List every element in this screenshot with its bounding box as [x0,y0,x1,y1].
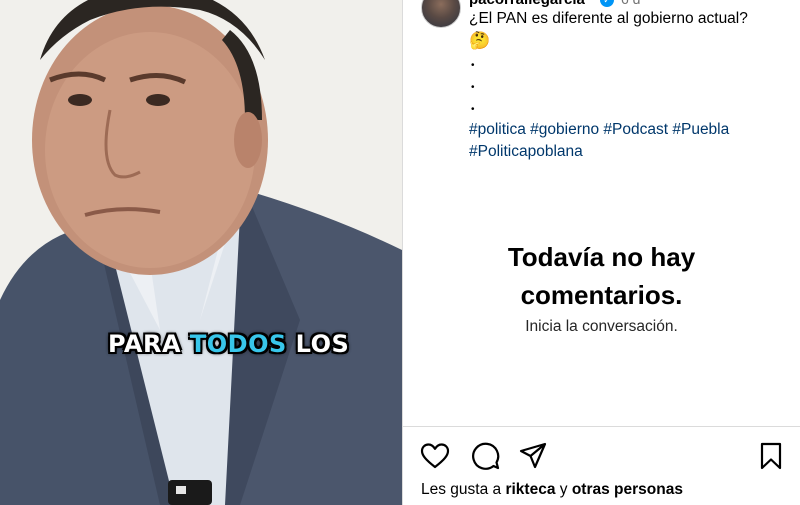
bookmark-icon[interactable] [755,440,787,472]
post-caption: ¿El PAN es diferente al gobierno actual?… [469,8,789,163]
avatar[interactable] [421,0,461,28]
heart-icon[interactable] [419,440,451,472]
caption-line: ¿El PAN es diferente al gobierno actual? [469,10,748,27]
likes-others-link[interactable]: otras personas [572,481,683,498]
hashtags-line[interactable]: #Politicapoblana [469,141,789,163]
post-time[interactable]: 6 d [621,0,640,7]
video-subtitle: PARA TODOS LOS [108,330,349,358]
comment-icon[interactable] [469,440,501,472]
bullet-dot [469,75,789,97]
post-video[interactable]: PARA TODOS LOS [0,0,402,505]
bullet-dot [469,97,789,119]
subtitle-word: LOS [295,330,350,358]
no-comments-title-line: comentarios. [520,280,683,310]
subtitle-word-highlight: TODOS [189,330,287,358]
verified-badge-icon: ✓ [600,0,614,7]
actions-divider [403,426,800,427]
likes-connector: y [559,481,568,498]
no-comments-title-line: Todavía no hay [507,242,696,272]
likes-prefix: Les gusta a [421,481,502,498]
liker-username-link[interactable]: rikteca [505,481,555,498]
no-comments-title: Todavía no hay comentarios. [403,238,800,314]
video-frame [0,0,402,505]
subtitle-word: PARA [108,330,182,358]
post-side-panel: pacorraliegarcia ✓ 6 d ¿El PAN es difere… [403,0,800,505]
action-bar [419,440,789,472]
username-link[interactable]: pacorraliegarcia [469,0,585,8]
no-comments-subtitle: Inicia la conversación. [525,318,678,335]
bullet-dot [469,53,789,75]
hashtags-line[interactable]: #politica #gobierno #Podcast #Puebla [469,119,789,141]
likes-summary: Les gusta a rikteca y otras personas [421,481,683,499]
thinking-emoji: 🤔 [469,31,491,50]
share-icon[interactable] [517,440,549,472]
